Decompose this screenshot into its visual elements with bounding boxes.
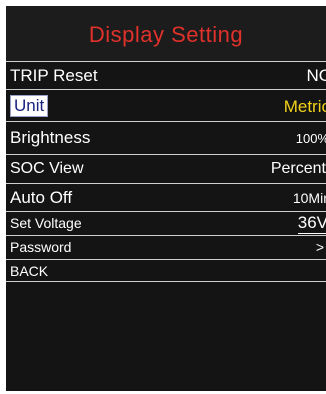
unit-value: Metric (283, 97, 326, 116)
soc-view-value: Percent (270, 160, 326, 177)
menu-item-trip-reset[interactable]: TRIP Reset NO (6, 61, 326, 89)
menu-item-password[interactable]: Password > (6, 235, 326, 259)
menu-item-unit[interactable]: Unit Metric (6, 89, 326, 121)
unit-label: Unit (10, 95, 49, 117)
password-label: Password (10, 239, 72, 255)
set-voltage-value: 36V (297, 213, 326, 234)
menu-item-back[interactable]: BACK (6, 259, 326, 282)
display-screen: Display Setting TRIP Reset NO Unit Metri… (6, 6, 326, 391)
menu-item-auto-off[interactable]: Auto Off 10Min (6, 183, 326, 211)
brightness-label: Brightness (10, 128, 91, 147)
set-voltage-label: Set Voltage (10, 215, 82, 231)
password-chevron-icon: > (315, 239, 324, 255)
trip-reset-label: TRIP Reset (10, 66, 98, 85)
page-title: Display Setting (88, 21, 244, 47)
menu-item-soc-view[interactable]: SOC View Percent (6, 154, 326, 183)
title-bar: Display Setting (6, 6, 326, 61)
menu-item-brightness[interactable]: Brightness 100% (6, 121, 326, 154)
auto-off-label: Auto Off (10, 188, 73, 207)
brightness-value: 100% (295, 131, 326, 146)
trip-reset-value: NO (306, 66, 326, 85)
auto-off-value: 10Min (292, 190, 326, 206)
menu-item-set-voltage[interactable]: Set Voltage 36V (6, 211, 326, 235)
back-label: BACK (10, 263, 49, 279)
soc-view-label: SOC View (10, 160, 84, 177)
